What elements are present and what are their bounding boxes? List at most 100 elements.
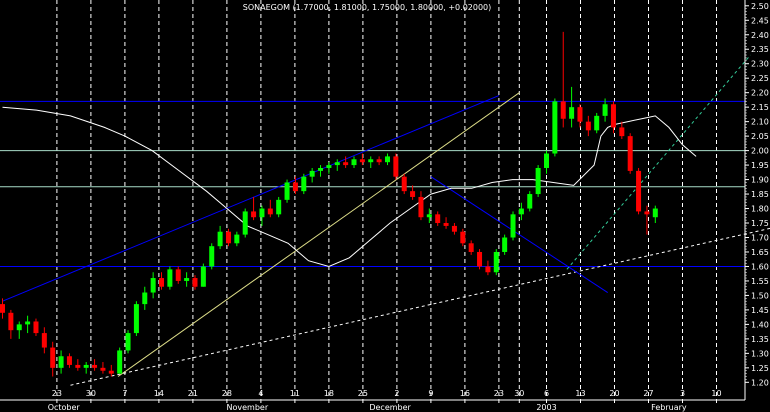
candle-body — [410, 191, 416, 197]
candle-body — [326, 165, 332, 168]
y-tick-label: 1.90 — [751, 176, 769, 185]
candle-body — [376, 159, 382, 163]
candle — [493, 249, 499, 276]
candle-body — [284, 182, 290, 200]
candle-body — [292, 182, 298, 192]
price-chart: 1.20 1.25 1.30 1.35 1.40 1.45 1.50 1.55 1.60 1.65… — [0, 0, 770, 412]
candle-body — [50, 347, 56, 368]
x-tick-label: 3 — [680, 389, 685, 398]
y-tick-label: 2.10 — [751, 118, 769, 127]
candle — [594, 112, 600, 134]
candle — [242, 208, 248, 238]
x-tick-label: 6 — [544, 389, 549, 398]
x-tick-label: 20 — [609, 389, 619, 398]
candle — [209, 243, 215, 270]
candle-body — [133, 304, 139, 334]
candle — [552, 98, 558, 157]
y-tick-label: 1.35 — [751, 335, 769, 344]
candle — [627, 133, 633, 174]
y-tick-label: 1.40 — [751, 320, 769, 329]
y-tick-label: 1.70 — [751, 233, 769, 242]
y-tick-label: 2.30 — [751, 60, 769, 69]
candle-body — [636, 170, 642, 212]
candle-body — [426, 214, 432, 218]
y-tick-label: 1.85 — [751, 190, 769, 199]
candle — [117, 347, 123, 374]
candle-body — [8, 312, 14, 331]
candle-body — [150, 278, 156, 293]
x-tick-label: 9 — [428, 389, 433, 398]
candle — [535, 165, 541, 197]
candle — [167, 266, 173, 290]
x-tick-label: 30 — [86, 389, 96, 398]
candle-body — [493, 251, 499, 273]
x-tick-label: 27 — [643, 389, 653, 398]
y-tick-label: 2.50 — [751, 2, 769, 11]
x-tick-label: 23 — [52, 389, 62, 398]
candle-body — [610, 104, 616, 128]
candle-body — [16, 324, 22, 331]
candle-body — [117, 350, 123, 374]
x-tick-label: 30 — [514, 389, 524, 398]
candle-body — [184, 278, 190, 281]
x-tick-label: 14 — [154, 389, 164, 398]
x-tick-label: 4 — [258, 389, 263, 398]
candle-body — [100, 367, 106, 371]
y-tick-label: 1.25 — [751, 364, 769, 373]
candle-body — [66, 356, 72, 365]
candle — [200, 263, 206, 287]
candle-body — [518, 208, 524, 215]
candle-body — [502, 237, 508, 252]
y-tick-label: 2.45 — [751, 16, 769, 25]
candle-body — [192, 278, 198, 287]
candle-body — [92, 364, 98, 368]
candle-body — [259, 208, 265, 218]
candle-body — [83, 364, 89, 368]
candle-body — [602, 104, 608, 116]
candle-body — [25, 321, 31, 325]
candle-body — [58, 356, 64, 368]
y-tick-label: 1.65 — [751, 248, 769, 257]
candle-body — [460, 231, 466, 244]
candle-body — [477, 251, 483, 267]
candle-body — [510, 214, 516, 238]
y-tick-label: 1.95 — [751, 161, 769, 170]
candle-body — [200, 266, 206, 287]
candle-body — [401, 176, 407, 192]
candle-body — [485, 266, 491, 273]
candle-body — [393, 156, 399, 177]
y-tick-label: 2.15 — [751, 103, 769, 112]
candle-body — [577, 107, 583, 122]
candle-body — [267, 208, 273, 215]
y-tick-label: 1.60 — [751, 262, 769, 271]
candle-body — [343, 162, 349, 166]
x-month-label: February — [651, 403, 687, 412]
y-tick-label: 1.20 — [751, 378, 769, 387]
y-tick-label: 2.35 — [751, 45, 769, 54]
x-tick-label: 28 — [222, 389, 232, 398]
candle-body — [585, 121, 591, 131]
candle-body — [209, 246, 215, 267]
candle-body — [217, 231, 223, 247]
x-tick-label: 21 — [188, 389, 198, 398]
candle-body — [276, 199, 282, 215]
candle-body — [435, 214, 441, 224]
x-month-label: November — [226, 403, 268, 412]
candle-body — [619, 127, 625, 137]
candle-body — [159, 278, 165, 287]
candle-body — [644, 211, 650, 215]
candle-body — [544, 153, 549, 168]
x-tick-label: 16 — [460, 389, 470, 398]
candle-body — [251, 211, 257, 218]
x-tick-label: 25 — [358, 389, 368, 398]
candle-body — [527, 194, 533, 209]
candle-body — [594, 115, 600, 131]
x-tick-label: 13 — [575, 389, 585, 398]
candle — [477, 249, 483, 270]
candle — [276, 196, 282, 218]
x-tick-label: 11 — [290, 389, 300, 398]
candle — [284, 179, 290, 203]
y-tick-label: 2.40 — [751, 31, 769, 40]
candle — [527, 191, 533, 212]
candle — [510, 211, 516, 241]
